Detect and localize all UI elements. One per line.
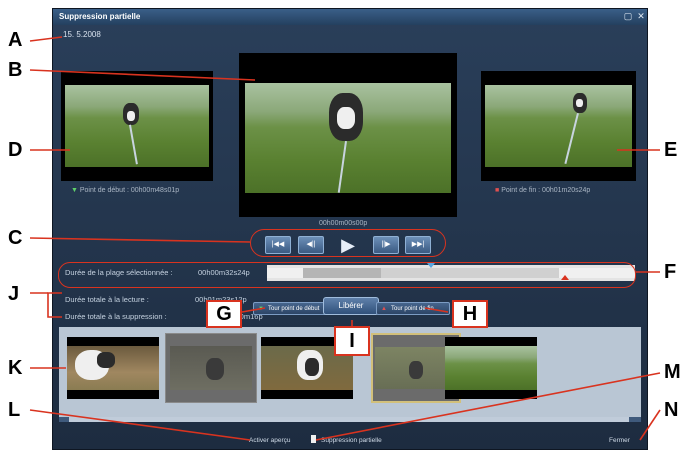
- callout-e: E: [664, 139, 678, 161]
- callout-g: G: [206, 300, 242, 328]
- callout-m: M: [664, 361, 681, 383]
- callout-a: A: [8, 29, 23, 51]
- callout-d: D: [8, 139, 23, 161]
- callout-n: N: [664, 399, 679, 421]
- callout-l: L: [8, 399, 21, 421]
- callout-k: K: [8, 357, 23, 379]
- callout-i: I: [334, 326, 370, 356]
- callout-b: B: [8, 59, 23, 81]
- callout-lines: [29, 36, 661, 441]
- callout-j: J: [8, 283, 20, 305]
- callout-c: C: [8, 227, 23, 249]
- callout-f: F: [664, 261, 677, 283]
- callout-h: H: [452, 300, 488, 328]
